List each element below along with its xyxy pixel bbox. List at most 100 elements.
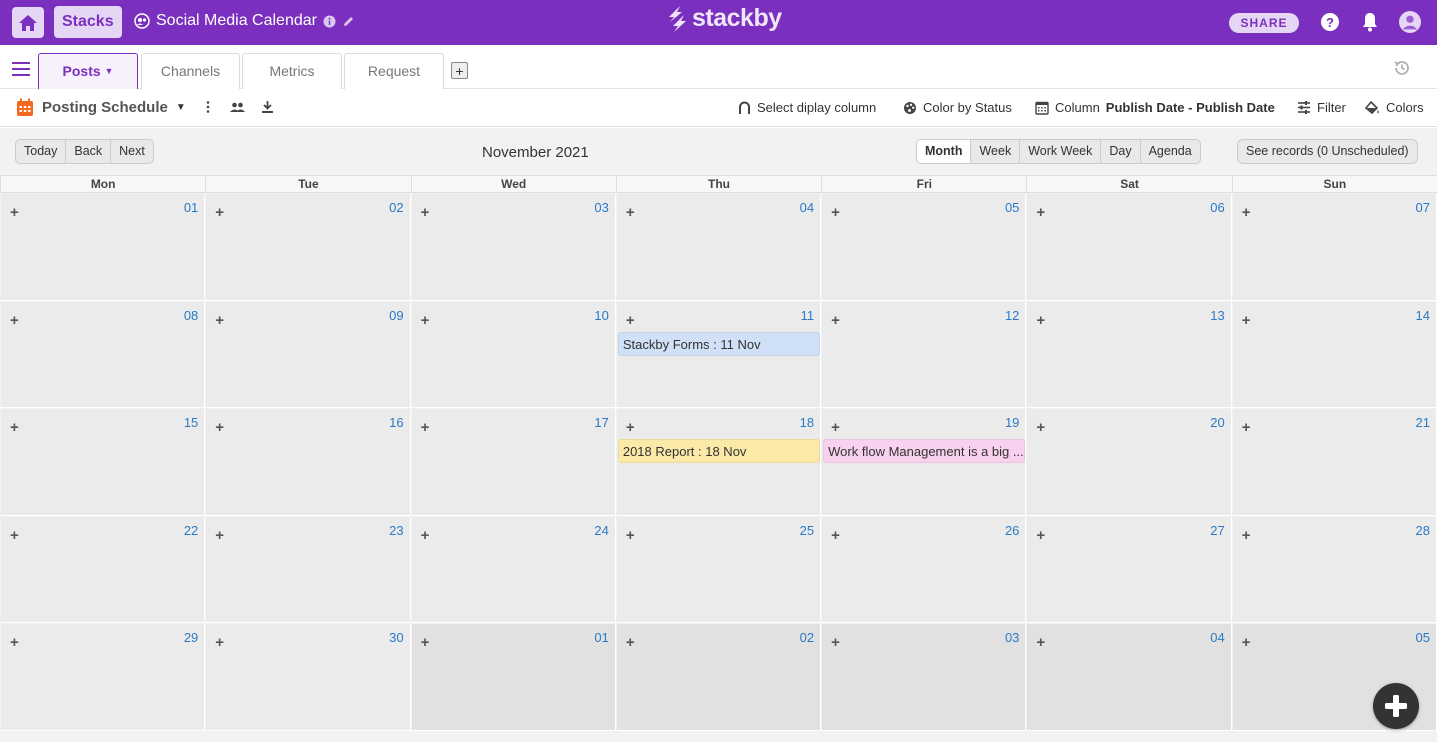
day-cell[interactable]: +24 xyxy=(411,516,616,623)
agenda-view-button[interactable]: Agenda xyxy=(1141,140,1200,163)
day-number[interactable]: 17 xyxy=(594,415,608,430)
day-cell[interactable]: +23 xyxy=(206,516,411,623)
day-number[interactable]: 02 xyxy=(800,630,814,645)
edit-icon[interactable] xyxy=(342,15,355,28)
day-number[interactable]: 08 xyxy=(184,308,198,323)
day-cell[interactable]: +30 xyxy=(206,624,411,731)
day-number[interactable]: 12 xyxy=(1005,308,1019,323)
add-record-icon[interactable]: + xyxy=(1036,313,1045,328)
day-number[interactable]: 26 xyxy=(1005,523,1019,538)
download-button[interactable] xyxy=(261,100,274,119)
add-record-icon[interactable]: + xyxy=(626,313,635,328)
day-cell[interactable]: +13 xyxy=(1027,301,1232,408)
day-cell[interactable]: +14 xyxy=(1232,301,1437,408)
day-cell[interactable]: +07 xyxy=(1232,194,1437,301)
day-number[interactable]: 15 xyxy=(184,415,198,430)
add-record-icon[interactable]: + xyxy=(626,205,635,220)
info-icon[interactable] xyxy=(323,15,336,28)
day-number[interactable]: 06 xyxy=(1210,200,1224,215)
day-number[interactable]: 05 xyxy=(1005,200,1019,215)
day-number[interactable]: 16 xyxy=(389,415,403,430)
add-record-icon[interactable]: + xyxy=(626,635,635,650)
view-selector[interactable]: Posting Schedule ▼ xyxy=(16,98,186,117)
day-cell[interactable]: +02 xyxy=(616,624,822,731)
add-record-icon[interactable]: + xyxy=(421,205,430,220)
add-record-icon[interactable]: + xyxy=(10,528,19,543)
add-record-icon[interactable]: + xyxy=(1242,635,1251,650)
add-record-icon[interactable]: + xyxy=(421,313,430,328)
day-cell[interactable]: +11 Stackby Forms : 11 Nov xyxy=(616,301,822,408)
day-number[interactable]: 13 xyxy=(1210,308,1224,323)
back-button[interactable]: Back xyxy=(66,140,112,163)
add-record-icon[interactable]: + xyxy=(1242,528,1251,543)
calendar-event[interactable]: 2018 Report : 18 Nov xyxy=(617,439,821,463)
day-number[interactable]: 24 xyxy=(594,523,608,538)
day-number[interactable]: 10 xyxy=(594,308,608,323)
day-number[interactable]: 19 xyxy=(1005,415,1019,430)
add-record-fab[interactable] xyxy=(1373,683,1419,729)
day-cell[interactable]: +05 xyxy=(822,194,1027,301)
day-cell[interactable]: +18 2018 Report : 18 Nov xyxy=(616,409,822,516)
day-cell[interactable]: +01 xyxy=(1,194,206,301)
day-cell[interactable]: +09 xyxy=(206,301,411,408)
day-number[interactable]: 28 xyxy=(1416,523,1430,538)
filter-button[interactable]: Filter xyxy=(1297,100,1346,115)
calendar-event[interactable]: Stackby Forms : 11 Nov xyxy=(617,331,821,356)
add-record-icon[interactable]: + xyxy=(1242,205,1251,220)
notifications-button[interactable] xyxy=(1359,11,1381,33)
day-number[interactable]: 03 xyxy=(1005,630,1019,645)
day-cell[interactable]: +01 xyxy=(411,624,616,731)
day-cell[interactable]: +03 xyxy=(411,194,616,301)
day-number[interactable]: 20 xyxy=(1210,415,1224,430)
tab-posts[interactable]: Posts ▼ xyxy=(38,53,138,89)
menu-icon[interactable] xyxy=(12,62,30,76)
day-number[interactable]: 04 xyxy=(800,200,814,215)
add-record-icon[interactable]: + xyxy=(215,420,224,435)
day-cell[interactable]: +26 xyxy=(822,516,1027,623)
history-button[interactable] xyxy=(1393,59,1411,82)
stacks-button[interactable]: Stacks xyxy=(54,6,122,38)
work-week-view-button[interactable]: Work Week xyxy=(1020,140,1102,163)
day-number[interactable]: 18 xyxy=(800,415,814,430)
date-column-button[interactable]: Column Publish Date - Publish Date xyxy=(1035,100,1275,115)
add-record-icon[interactable]: + xyxy=(421,635,430,650)
day-number[interactable]: 27 xyxy=(1210,523,1224,538)
add-record-icon[interactable]: + xyxy=(215,635,224,650)
day-cell[interactable]: +20 xyxy=(1027,409,1232,516)
day-view-button[interactable]: Day xyxy=(1101,140,1141,163)
day-cell[interactable]: +02 xyxy=(206,194,411,301)
stack-title[interactable]: Social Media Calendar xyxy=(156,12,317,30)
day-cell[interactable]: +17 xyxy=(411,409,616,516)
select-display-column-button[interactable]: Select diplay column xyxy=(738,100,876,115)
add-record-icon[interactable]: + xyxy=(1242,313,1251,328)
day-cell[interactable]: +06 xyxy=(1027,194,1232,301)
day-number[interactable]: 21 xyxy=(1416,415,1430,430)
day-cell[interactable]: +22 xyxy=(1,516,206,623)
add-record-icon[interactable]: + xyxy=(1036,528,1045,543)
tab-metrics[interactable]: Metrics xyxy=(242,53,342,89)
day-number[interactable]: 14 xyxy=(1416,308,1430,323)
day-number[interactable]: 25 xyxy=(800,523,814,538)
day-number[interactable]: 11 xyxy=(801,308,815,323)
day-cell[interactable]: +28 xyxy=(1232,516,1437,623)
day-cell[interactable]: +04 xyxy=(616,194,822,301)
add-record-icon[interactable]: + xyxy=(10,635,19,650)
next-button[interactable]: Next xyxy=(111,140,153,163)
tab-request[interactable]: Request xyxy=(344,53,444,89)
day-cell[interactable]: +21 xyxy=(1232,409,1437,516)
day-number[interactable]: 23 xyxy=(389,523,403,538)
day-cell[interactable]: +12 xyxy=(822,301,1027,408)
day-cell[interactable]: +16 xyxy=(206,409,411,516)
day-cell[interactable]: +19 Work flow Management is a big ... xyxy=(822,409,1027,516)
calendar-event[interactable]: Work flow Management is a big ... xyxy=(823,439,1026,463)
add-record-icon[interactable]: + xyxy=(215,313,224,328)
add-record-icon[interactable]: + xyxy=(1242,420,1251,435)
add-table-button[interactable]: + xyxy=(451,62,468,79)
add-record-icon[interactable]: + xyxy=(215,205,224,220)
add-record-icon[interactable]: + xyxy=(831,528,840,543)
day-cell[interactable]: +04 xyxy=(1027,624,1232,731)
day-number[interactable]: 29 xyxy=(184,630,198,645)
day-number[interactable]: 01 xyxy=(594,630,608,645)
tab-channels[interactable]: Channels xyxy=(141,53,240,89)
add-record-icon[interactable]: + xyxy=(626,528,635,543)
